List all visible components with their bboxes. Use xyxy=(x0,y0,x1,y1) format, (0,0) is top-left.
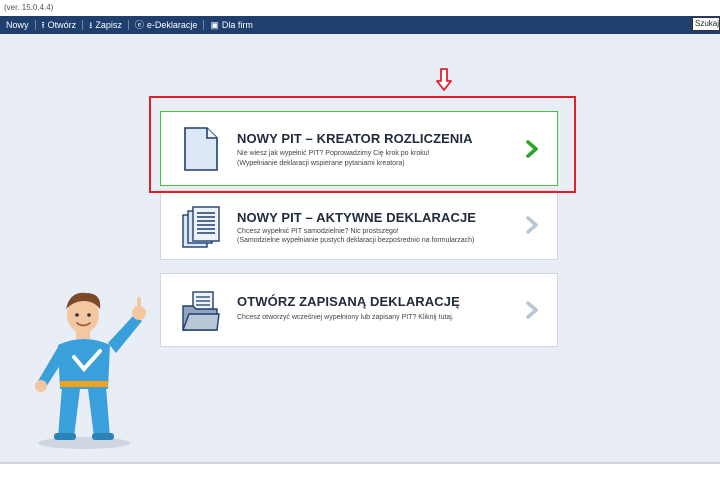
toolbar-open-label: Otwórz xyxy=(47,20,77,30)
toolbar-save-label: Zapisz xyxy=(95,20,122,30)
documents-stack-icon xyxy=(182,206,220,248)
toolbar-new-button[interactable]: Nowy xyxy=(0,16,35,34)
mascot-character-image xyxy=(35,292,146,449)
toolbar-save-button[interactable]: ⭳ Zapisz xyxy=(83,16,128,34)
toolbar: Nowy ⭱ Otwórz ⭳ Zapisz ⓔ e-Deklaracje ▣ … xyxy=(0,16,720,34)
chevron-right-icon xyxy=(526,301,538,319)
e-declaration-icon: ⓔ xyxy=(134,19,144,30)
download-icon: ⭳ xyxy=(89,19,93,30)
card-description: Chcesz otworzyć wcześniej wypełniony lub… xyxy=(237,314,454,321)
toolbar-business-button[interactable]: ▣ Dla firm xyxy=(204,16,259,34)
card-title: OTWÓRZ ZAPISANĄ DEKLARACJĘ xyxy=(237,294,460,309)
briefcase-icon: ▣ xyxy=(210,19,219,30)
card-description: Chcesz wypełnić PIT samodzielnie? Nic pr… xyxy=(237,228,399,235)
divider xyxy=(0,462,720,464)
toolbar-open-button[interactable]: ⭱ Otwórz xyxy=(36,16,83,34)
toolbar-e-declaration-button[interactable]: ⓔ e-Deklaracje xyxy=(129,16,204,34)
down-arrow-icon xyxy=(436,68,452,91)
chevron-right-icon xyxy=(526,216,538,234)
highlight-frame xyxy=(149,96,576,193)
card-title: NOWY PIT – AKTYWNE DEKLARACJE xyxy=(237,210,477,225)
toolbar-e-declaration-label: e-Deklaracje xyxy=(146,20,198,30)
card-note: (Samodzielne wypełnianie pustych deklara… xyxy=(237,237,475,244)
toolbar-new-label: Nowy xyxy=(6,20,29,30)
search-input[interactable]: Szukaj xyxy=(692,17,720,31)
open-saved-declaration-card[interactable]: OTWÓRZ ZAPISANĄ DEKLARACJĘ Chcesz otworz… xyxy=(160,273,558,347)
folder-open-icon xyxy=(181,291,220,331)
version-label: (ver. 15.0.4.4) xyxy=(0,0,720,16)
toolbar-business-label: Dla firm xyxy=(221,20,253,30)
upload-icon: ⭱ xyxy=(41,19,45,30)
new-pit-active-declarations-card[interactable]: NOWY PIT – AKTYWNE DEKLARACJE Chcesz wyp… xyxy=(160,190,558,260)
